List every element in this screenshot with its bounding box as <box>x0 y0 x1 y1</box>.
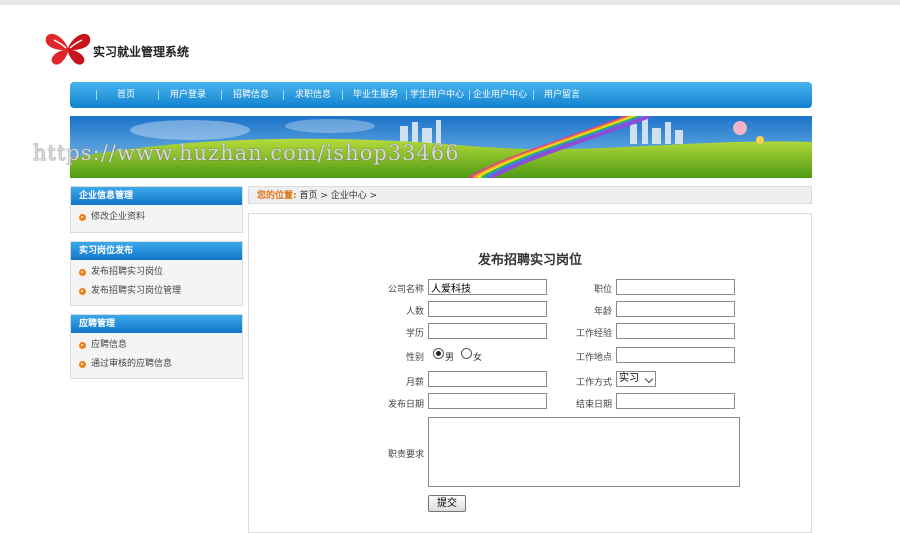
breadcrumb: 您的位置: 首页 > 企业中心 > <box>248 186 812 204</box>
sidebar-item-manage-jobs[interactable]: 发布招聘实习岗位管理 <box>71 282 242 301</box>
nav-item-jobs[interactable]: 招聘信息 <box>233 82 269 108</box>
nav-separator <box>533 90 534 100</box>
headcount-label: 人数 <box>405 307 424 317</box>
nav-item-message[interactable]: 用户留言 <box>544 82 580 108</box>
nav-item-company-center[interactable]: 企业用户中心 <box>473 82 527 108</box>
end-date-input[interactable] <box>616 393 735 409</box>
work-type-selected-value: 实习 <box>619 373 639 384</box>
duties-textarea[interactable] <box>428 417 740 487</box>
sidebar-section-title: 应聘管理 <box>71 315 242 333</box>
breadcrumb-label: 您的位置: <box>257 191 297 201</box>
gender-male-radio[interactable] <box>433 348 444 359</box>
sidebar-item-label: 修改企业资料 <box>91 212 146 222</box>
breadcrumb-path[interactable]: 首页 > 企业中心 > <box>299 191 377 201</box>
nav-item-login[interactable]: 用户登录 <box>170 82 206 108</box>
company-name-label: 公司名称 <box>387 285 424 295</box>
location-label: 工作地点 <box>575 353 612 363</box>
gender-female-label: 女 <box>473 353 483 363</box>
nav-separator <box>96 90 97 100</box>
position-input[interactable] <box>616 279 735 295</box>
sidebar-section-title: 企业信息管理 <box>71 187 242 205</box>
experience-input[interactable] <box>616 323 735 339</box>
sidebar-section-applications: 应聘管理 应聘信息 通过审核的应聘信息 <box>70 314 243 379</box>
company-name-input[interactable] <box>428 279 547 295</box>
nav-separator <box>342 90 343 100</box>
arrow-bullet-icon <box>79 214 86 221</box>
sidebar-item-label: 应聘信息 <box>91 340 128 350</box>
nav-separator <box>158 90 159 100</box>
education-input[interactable] <box>428 323 547 339</box>
app-title: 实习就业管理系统 <box>93 45 190 59</box>
chevron-down-icon <box>644 374 654 384</box>
watermark-text: https://www.huzhan.com/ishop33466 <box>33 141 460 165</box>
nav-separator <box>283 90 284 100</box>
headcount-input[interactable] <box>428 301 547 317</box>
experience-label: 工作经验 <box>575 329 612 339</box>
nav-item-home[interactable]: 首页 <box>117 82 135 108</box>
sidebar-item-label: 发布招聘实习岗位 <box>91 267 164 277</box>
sidebar-item-label: 通过审核的应聘信息 <box>91 359 173 369</box>
sidebar-item-label: 发布招聘实习岗位管理 <box>91 286 182 296</box>
work-type-select[interactable]: 实习 <box>616 371 656 387</box>
age-input[interactable] <box>616 301 735 317</box>
site-logo[interactable]: 实习就业管理系统 <box>44 30 204 68</box>
arrow-bullet-icon <box>79 269 86 276</box>
sidebar-section-internship: 实习岗位发布 发布招聘实习岗位 发布招聘实习岗位管理 <box>70 241 243 306</box>
nav-separator <box>406 90 407 100</box>
salary-input[interactable] <box>428 371 547 387</box>
sidebar-item-edit-company[interactable]: 修改企业资料 <box>71 208 242 227</box>
nav-separator <box>221 90 222 100</box>
education-label: 学历 <box>405 329 424 339</box>
sidebar-section-company-info: 企业信息管理 修改企业资料 <box>70 186 243 233</box>
arrow-bullet-icon <box>79 361 86 368</box>
salary-label: 月薪 <box>405 378 424 388</box>
nav-separator <box>469 90 470 100</box>
gender-label: 性别 <box>405 353 424 363</box>
publish-date-label: 发布日期 <box>387 400 424 410</box>
main-nav: 首页 用户登录 招聘信息 求职信息 毕业生服务 学生用户中心 企业用户中心 用户… <box>70 82 812 108</box>
sidebar-section-title: 实习岗位发布 <box>71 242 242 260</box>
end-date-label: 结束日期 <box>575 400 612 410</box>
gender-male-label: 男 <box>445 353 455 363</box>
location-input[interactable] <box>616 347 735 363</box>
work-type-label: 工作方式 <box>575 378 612 388</box>
sidebar-item-approved-applications[interactable]: 通过审核的应聘信息 <box>71 355 242 374</box>
nav-item-job-seeking[interactable]: 求职信息 <box>295 82 331 108</box>
publish-date-input[interactable] <box>428 393 547 409</box>
arrow-bullet-icon <box>79 288 86 295</box>
page-title: 发布招聘实习岗位 <box>477 253 582 268</box>
sidebar-item-post-job[interactable]: 发布招聘实习岗位 <box>71 263 242 282</box>
butterfly-logo-icon <box>45 33 91 65</box>
nav-item-student-center[interactable]: 学生用户中心 <box>410 82 464 108</box>
top-divider <box>0 0 900 5</box>
nav-item-graduate-service[interactable]: 毕业生服务 <box>353 82 398 108</box>
gender-female-radio[interactable] <box>461 348 472 359</box>
sidebar-item-applications[interactable]: 应聘信息 <box>71 336 242 355</box>
arrow-bullet-icon <box>79 342 86 349</box>
submit-button[interactable]: 提交 <box>428 495 466 512</box>
duties-label: 职责要求 <box>387 450 424 460</box>
age-label: 年龄 <box>593 307 612 317</box>
position-label: 职位 <box>593 285 612 295</box>
